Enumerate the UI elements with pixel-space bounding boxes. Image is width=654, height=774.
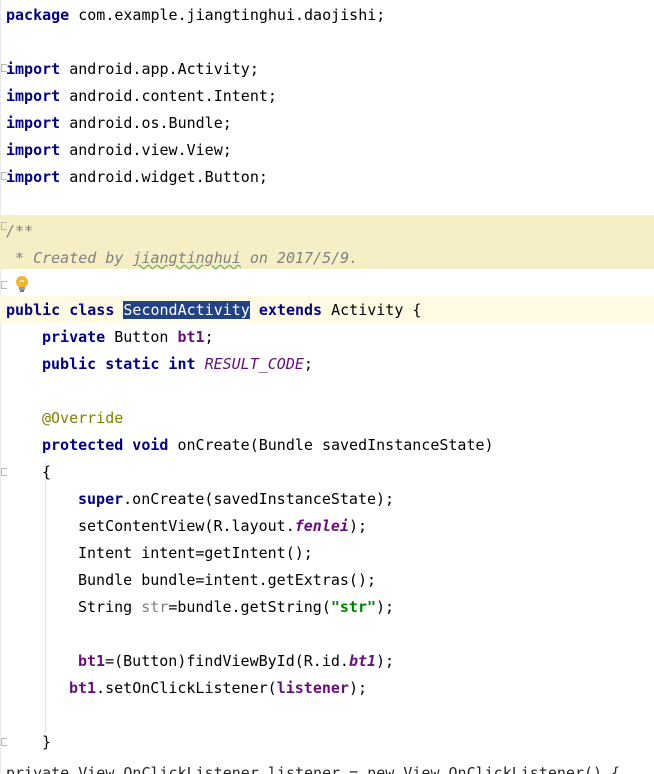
keyword: public static int [42, 355, 196, 373]
statement-text: String [78, 598, 142, 616]
unused-variable: str [141, 598, 169, 616]
keyword: public [6, 301, 61, 319]
comment-author: jiangtinghui [132, 249, 241, 267]
code-line-statement[interactable]: bt1=(Button)findViewById(R.id.bt1); [78, 648, 394, 675]
keyword: import [6, 60, 61, 78]
keyword: import [6, 114, 61, 132]
field-ref: bt1 [69, 679, 97, 697]
superclass: Activity { [331, 301, 422, 319]
fold-marker[interactable] [1, 281, 7, 289]
keyword: extends [249, 301, 332, 319]
keyword: super [78, 490, 124, 508]
fold-marker[interactable] [1, 468, 7, 476]
import-path: android.os.Bundle; [60, 114, 232, 132]
code-line-statement[interactable]: setContentView(R.layout.fenlei); [78, 513, 367, 540]
field-name: bt1 [177, 328, 205, 346]
statement-text: Intent intent=getIntent(); [78, 544, 313, 562]
import-path: android.widget.Button; [60, 168, 268, 186]
static-field-name: RESULT_CODE [204, 355, 304, 373]
code-line-import[interactable]: import android.widget.Button; [6, 164, 268, 191]
statement-text: ); [376, 652, 395, 670]
static-field-ref: fenlei [294, 517, 349, 535]
code-line-statement[interactable]: super.onCreate(savedInstanceState); [78, 486, 394, 513]
semicolon: ; [204, 328, 214, 346]
indent-guide [45, 462, 46, 732]
code-line-comment[interactable]: * Created by jiangtinghui on 2017/5/9. [6, 245, 358, 272]
statement-text: private View.OnClickListener listener = … [6, 764, 621, 774]
keyword: import [6, 141, 61, 159]
code-line-import[interactable]: import android.app.Activity; [6, 56, 259, 83]
code-line-field[interactable]: public static int RESULT_CODE; [42, 351, 313, 378]
method-signature: onCreate(Bundle savedInstanceState) [168, 436, 494, 454]
statement-text: ); [348, 679, 368, 697]
comment-text: * Created by [6, 249, 133, 267]
field-ref: listener [276, 679, 349, 697]
keyword: import [6, 168, 61, 186]
keyword: protected void [42, 436, 169, 454]
code-line-method[interactable]: protected void onCreate(Bundle savedInst… [42, 432, 494, 459]
code-line-statement[interactable]: Intent intent=getIntent(); [78, 540, 313, 567]
statement-text: =bundle.getString( [168, 598, 331, 616]
comment-open: /** [6, 222, 34, 240]
code-editor[interactable]: package com.example.jiangtinghui.daojish… [0, 0, 654, 774]
code-line-statement[interactable]: bt1.setOnClickListener(listener); [69, 675, 367, 702]
statement-text: ); [348, 517, 367, 535]
keyword: package [6, 6, 70, 24]
statement-text: =(Button)findViewById(R.id. [105, 652, 349, 670]
import-path: android.content.Intent; [60, 87, 277, 105]
code-line-statement[interactable]: String str=bundle.getString("str"); [78, 594, 394, 621]
semicolon: ; [303, 355, 313, 373]
code-line-annotation[interactable]: @Override [42, 405, 123, 432]
code-line-package[interactable]: package com.example.jiangtinghui.daojish… [6, 2, 385, 29]
code-line-import[interactable]: import android.content.Intent; [6, 83, 277, 110]
code-line-import[interactable]: import android.view.View; [6, 137, 232, 164]
code-line-class[interactable]: public class SecondActivity extends Acti… [6, 297, 421, 324]
lightbulb-icon[interactable] [12, 274, 32, 294]
static-field-ref: bt1 [348, 652, 377, 670]
keyword: class [60, 301, 124, 319]
statement-text: setContentView(R.layout. [78, 517, 295, 535]
field-ref: bt1 [78, 652, 106, 670]
code-line-brace[interactable]: { [42, 459, 51, 486]
code-line-brace[interactable]: } [42, 729, 51, 756]
statement-text: Bundle bundle=intent.getExtras(); [78, 571, 377, 589]
open-brace: { [42, 463, 52, 481]
statement-text: .onCreate(savedInstanceState); [123, 490, 395, 508]
type-name: Button [105, 328, 178, 346]
close-brace: } [42, 733, 52, 751]
selected-class-name[interactable]: SecondActivity [123, 301, 250, 319]
package-name: com.example.jiangtinghui.daojishi; [69, 6, 386, 24]
statement-text: .setOnClickListener( [96, 679, 277, 697]
comment-text: on 2017/5/9. [240, 249, 359, 267]
code-line-comment[interactable]: /** [6, 218, 33, 245]
fold-marker[interactable] [1, 738, 7, 746]
import-path: android.app.Activity; [60, 60, 259, 78]
keyword: private [42, 328, 106, 346]
code-line-import[interactable]: import android.os.Bundle; [6, 110, 232, 137]
code-line-cutoff[interactable]: private View.OnClickListener listener = … [6, 760, 620, 774]
code-line-statement[interactable]: Bundle bundle=intent.getExtras(); [78, 567, 376, 594]
annotation: @Override [42, 409, 124, 427]
gutter-border [0, 0, 1, 774]
string-literal: "str" [330, 598, 377, 616]
code-line-field[interactable]: private Button bt1; [42, 324, 214, 351]
keyword: import [6, 87, 61, 105]
import-path: android.view.View; [60, 141, 232, 159]
statement-text: ); [376, 598, 395, 616]
